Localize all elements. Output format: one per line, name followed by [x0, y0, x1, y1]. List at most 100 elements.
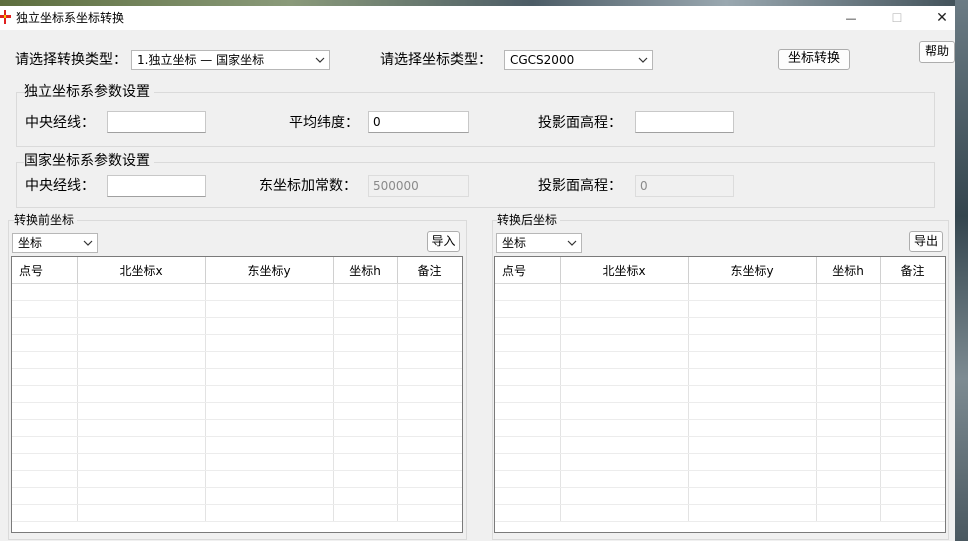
- table-cell[interactable]: [77, 283, 206, 301]
- table-cell[interactable]: [495, 419, 561, 437]
- table-cell[interactable]: [333, 419, 398, 437]
- table-cell[interactable]: [880, 419, 945, 437]
- table-cell[interactable]: [205, 402, 334, 420]
- table-cell[interactable]: [495, 436, 561, 454]
- table-row[interactable]: [12, 317, 462, 335]
- table-cell[interactable]: [12, 334, 78, 352]
- table-cell[interactable]: [77, 419, 206, 437]
- after-format-select[interactable]: 坐标: [496, 233, 582, 253]
- table-cell[interactable]: [397, 487, 462, 505]
- table-cell[interactable]: [205, 334, 334, 352]
- table-cell[interactable]: [12, 487, 78, 505]
- table-cell[interactable]: [12, 436, 78, 454]
- table-row[interactable]: [12, 470, 462, 488]
- table-cell[interactable]: [12, 470, 78, 488]
- independent-central-meridian-input[interactable]: [107, 111, 206, 133]
- table-cell[interactable]: [816, 470, 881, 488]
- table-cell[interactable]: [333, 300, 398, 318]
- maximize-button[interactable]: ☐: [874, 6, 920, 30]
- table-row[interactable]: [495, 317, 945, 335]
- table-cell[interactable]: [688, 402, 817, 420]
- table-row[interactable]: [12, 487, 462, 505]
- convert-button[interactable]: 坐标转换: [778, 49, 850, 70]
- table-cell[interactable]: [560, 504, 689, 522]
- table-cell[interactable]: [880, 470, 945, 488]
- table-cell[interactable]: [495, 283, 561, 301]
- table-cell[interactable]: [12, 385, 78, 403]
- table-cell[interactable]: [205, 351, 334, 369]
- table-row[interactable]: [495, 419, 945, 437]
- table-cell[interactable]: [816, 504, 881, 522]
- table-row[interactable]: [495, 470, 945, 488]
- table-cell[interactable]: [560, 436, 689, 454]
- table-cell[interactable]: [397, 436, 462, 454]
- table-cell[interactable]: [77, 300, 206, 318]
- table-cell[interactable]: [816, 300, 881, 318]
- table-cell[interactable]: [12, 453, 78, 471]
- table-cell[interactable]: [688, 368, 817, 386]
- table-cell[interactable]: [688, 385, 817, 403]
- table-cell[interactable]: [333, 402, 398, 420]
- table-cell[interactable]: [560, 385, 689, 403]
- table-cell[interactable]: [333, 334, 398, 352]
- help-button[interactable]: 帮助: [919, 41, 955, 63]
- table-cell[interactable]: [333, 470, 398, 488]
- table-cell[interactable]: [397, 300, 462, 318]
- table-row[interactable]: [12, 334, 462, 352]
- table-cell[interactable]: [688, 470, 817, 488]
- table-cell[interactable]: [688, 453, 817, 471]
- table-cell[interactable]: [333, 385, 398, 403]
- column-header-point-id[interactable]: 点号: [495, 257, 561, 284]
- table-cell[interactable]: [560, 402, 689, 420]
- conversion-type-select[interactable]: 1.独立坐标 — 国家坐标: [131, 50, 330, 70]
- table-cell[interactable]: [560, 419, 689, 437]
- table-cell[interactable]: [495, 385, 561, 403]
- table-cell[interactable]: [12, 419, 78, 437]
- table-cell[interactable]: [688, 504, 817, 522]
- table-cell[interactable]: [495, 368, 561, 386]
- table-cell[interactable]: [816, 453, 881, 471]
- table-row[interactable]: [495, 334, 945, 352]
- table-cell[interactable]: [688, 300, 817, 318]
- table-cell[interactable]: [880, 283, 945, 301]
- table-cell[interactable]: [397, 402, 462, 420]
- table-cell[interactable]: [12, 300, 78, 318]
- table-cell[interactable]: [397, 453, 462, 471]
- table-row[interactable]: [495, 368, 945, 386]
- table-cell[interactable]: [816, 351, 881, 369]
- table-cell[interactable]: [560, 317, 689, 335]
- table-row[interactable]: [495, 300, 945, 318]
- table-cell[interactable]: [397, 504, 462, 522]
- table-cell[interactable]: [12, 283, 78, 301]
- table-cell[interactable]: [77, 436, 206, 454]
- table-row[interactable]: [495, 351, 945, 369]
- table-cell[interactable]: [205, 283, 334, 301]
- export-button[interactable]: 导出: [909, 231, 943, 252]
- table-cell[interactable]: [816, 317, 881, 335]
- table-row[interactable]: [12, 283, 462, 301]
- table-row[interactable]: [495, 453, 945, 471]
- table-cell[interactable]: [816, 419, 881, 437]
- minimize-button[interactable]: —: [828, 6, 874, 30]
- table-cell[interactable]: [205, 436, 334, 454]
- table-cell[interactable]: [333, 504, 398, 522]
- table-row[interactable]: [12, 419, 462, 437]
- table-cell[interactable]: [816, 334, 881, 352]
- table-cell[interactable]: [77, 487, 206, 505]
- table-cell[interactable]: [495, 470, 561, 488]
- before-coords-table[interactable]: 点号 北坐标x 东坐标y 坐标h 备注: [11, 256, 463, 533]
- table-cell[interactable]: [880, 504, 945, 522]
- table-cell[interactable]: [880, 402, 945, 420]
- table-row[interactable]: [12, 385, 462, 403]
- table-cell[interactable]: [12, 402, 78, 420]
- table-cell[interactable]: [560, 487, 689, 505]
- table-cell[interactable]: [77, 351, 206, 369]
- table-cell[interactable]: [205, 300, 334, 318]
- table-cell[interactable]: [880, 453, 945, 471]
- column-header-remark[interactable]: 备注: [397, 257, 462, 284]
- table-row[interactable]: [495, 436, 945, 454]
- table-cell[interactable]: [495, 334, 561, 352]
- table-cell[interactable]: [77, 317, 206, 335]
- table-cell[interactable]: [333, 317, 398, 335]
- close-button[interactable]: ✕: [919, 6, 965, 30]
